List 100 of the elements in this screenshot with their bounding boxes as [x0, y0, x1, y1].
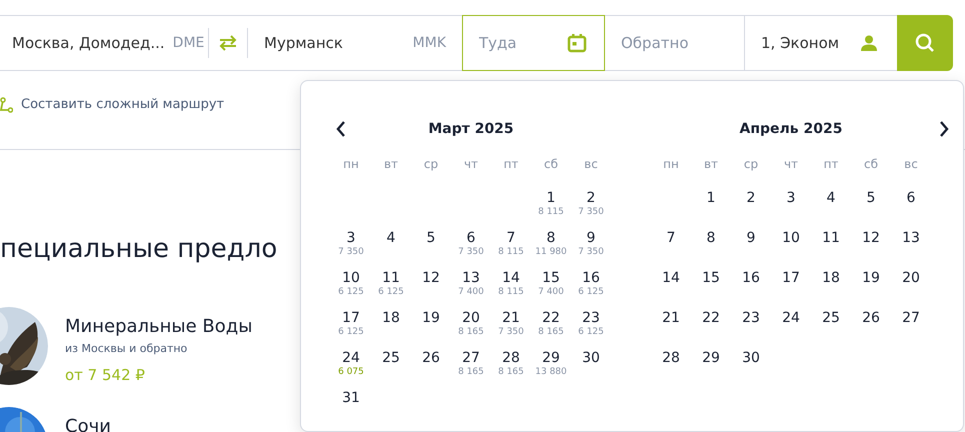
date-field[interactable]: Туда: [462, 15, 605, 71]
month-title: Апрель 2025: [740, 120, 842, 138]
calendar-icon: [567, 33, 587, 53]
calendar-day[interactable]: 8 11 980: [531, 221, 571, 261]
calendar-day[interactable]: 20: [891, 261, 931, 301]
calendar-day[interactable]: 8: [691, 221, 731, 261]
calendar-day[interactable]: 7 8 115: [491, 221, 531, 261]
calendar-day[interactable]: 24 6 075: [331, 341, 371, 381]
calendar-day[interactable]: 18: [371, 301, 411, 341]
calendar-day[interactable]: 2 7 350: [571, 181, 611, 221]
calendar-day[interactable]: 18: [811, 261, 851, 301]
calendar-day[interactable]: 15: [691, 261, 731, 301]
weekday-label: сб: [864, 156, 878, 173]
calendar-day[interactable]: 13: [891, 221, 931, 261]
weekday-label: пт: [824, 156, 838, 173]
origin-field[interactable]: Москва, Домодед... DME: [0, 15, 208, 71]
person-icon: [861, 35, 877, 51]
destination-value: Мурманск: [264, 32, 343, 54]
complex-route-link[interactable]: Составить сложный маршрут: [21, 95, 224, 114]
calendar-day[interactable]: 29 13 880: [531, 341, 571, 381]
weekday-label: вс: [584, 156, 598, 173]
day-price: 8 115: [498, 287, 524, 298]
calendar-day[interactable]: 21 7 350: [491, 301, 531, 341]
calendar-day[interactable]: 15 7 400: [531, 261, 571, 301]
calendar-day[interactable]: 26: [411, 341, 451, 381]
calendar-day[interactable]: 16: [731, 261, 771, 301]
day-price: 7 350: [498, 327, 524, 338]
calendar-day[interactable]: 10 6 125: [331, 261, 371, 301]
calendar-day[interactable]: 27 8 165: [451, 341, 491, 381]
weekday-label: сб: [544, 156, 558, 173]
calendar-day[interactable]: 28 8 165: [491, 341, 531, 381]
calendar-day[interactable]: 26: [851, 301, 891, 341]
calendar-day[interactable]: 25: [371, 341, 411, 381]
day-price: 8 165: [538, 327, 564, 338]
calendar-day[interactable]: 9: [731, 221, 771, 261]
calendar-day[interactable]: 1 8 115: [531, 181, 571, 221]
offer-subtitle: из Москвы и обратно: [65, 341, 188, 357]
calendar-day[interactable]: 28: [651, 341, 691, 381]
airport-code: MMK: [412, 34, 446, 52]
calendar-day[interactable]: 13 7 400: [451, 261, 491, 301]
day-price: 13 880: [535, 367, 567, 378]
date-field[interactable]: Обратно: [605, 15, 745, 71]
chevron-left-icon[interactable]: [336, 121, 346, 137]
calendar-day[interactable]: 31: [331, 381, 371, 421]
calendar-day[interactable]: 22 8 165: [531, 301, 571, 341]
calendar-day[interactable]: 1: [691, 181, 731, 221]
calendar-day[interactable]: 6 7 350: [451, 221, 491, 261]
calendar-day[interactable]: 19: [411, 301, 451, 341]
calendar-day[interactable]: 16 6 125: [571, 261, 611, 301]
calendar-day[interactable]: 6: [891, 181, 931, 221]
month-title: Март 2025: [428, 120, 514, 138]
calendar-day[interactable]: 7: [651, 221, 691, 261]
calendar-day[interactable]: 25: [811, 301, 851, 341]
calendar-day[interactable]: 22: [691, 301, 731, 341]
calendar-day[interactable]: 17 6 125: [331, 301, 371, 341]
day-price: 6 125: [338, 287, 364, 298]
day-price: 6 125: [578, 287, 604, 298]
calendar-day[interactable]: 14: [651, 261, 691, 301]
calendar-day[interactable]: 24: [771, 301, 811, 341]
calendar-day[interactable]: 29: [691, 341, 731, 381]
calendar-day[interactable]: 14 8 115: [491, 261, 531, 301]
calendar-day[interactable]: 23 6 125: [571, 301, 611, 341]
day-price: 7 350: [458, 247, 484, 258]
weekday-label: ср: [744, 156, 758, 173]
calendar-day[interactable]: 3: [771, 181, 811, 221]
calendar-day[interactable]: 20 8 165: [451, 301, 491, 341]
day-price: 6 075: [338, 367, 364, 378]
calendar-day[interactable]: 17: [771, 261, 811, 301]
day-price: 8 165: [458, 367, 484, 378]
calendar-day[interactable]: 10: [771, 221, 811, 261]
day-price: 8 115: [538, 207, 564, 218]
calendar-day[interactable]: 11: [811, 221, 851, 261]
offer-title[interactable]: Сочи: [65, 413, 111, 432]
calendar-day[interactable]: 5: [851, 181, 891, 221]
chevron-right-icon[interactable]: [939, 121, 949, 137]
calendar-day[interactable]: 12: [851, 221, 891, 261]
day-price: 6 125: [378, 287, 404, 298]
calendar-day[interactable]: 23: [731, 301, 771, 341]
day-price: 7 400: [538, 287, 564, 298]
calendar-day[interactable]: 4: [371, 221, 411, 261]
calendar-day[interactable]: 27: [891, 301, 931, 341]
calendar-day[interactable]: 21: [651, 301, 691, 341]
offer-title[interactable]: Минеральные Воды: [65, 313, 252, 340]
day-price: 7 350: [578, 247, 604, 258]
calendar-day[interactable]: 11 6 125: [371, 261, 411, 301]
calendar-day[interactable]: 4: [811, 181, 851, 221]
passengers-value: 1, Эконом: [761, 32, 840, 54]
day-price: 6 125: [578, 327, 604, 338]
calendar-day[interactable]: 19: [851, 261, 891, 301]
calendar-day[interactable]: 12: [411, 261, 451, 301]
weekday-label: вс: [904, 156, 918, 173]
calendar-day[interactable]: 30: [731, 341, 771, 381]
section-heading: пециальные предло: [0, 233, 278, 266]
day-price: 8 165: [498, 367, 524, 378]
calendar-day[interactable]: 2: [731, 181, 771, 221]
calendar-day[interactable]: 30: [571, 341, 611, 381]
calendar-day[interactable]: 9 7 350: [571, 221, 611, 261]
calendar-day[interactable]: 3 7 350: [331, 221, 371, 261]
calendar-day[interactable]: 5: [411, 221, 451, 261]
day-price: 6 125: [338, 327, 364, 338]
